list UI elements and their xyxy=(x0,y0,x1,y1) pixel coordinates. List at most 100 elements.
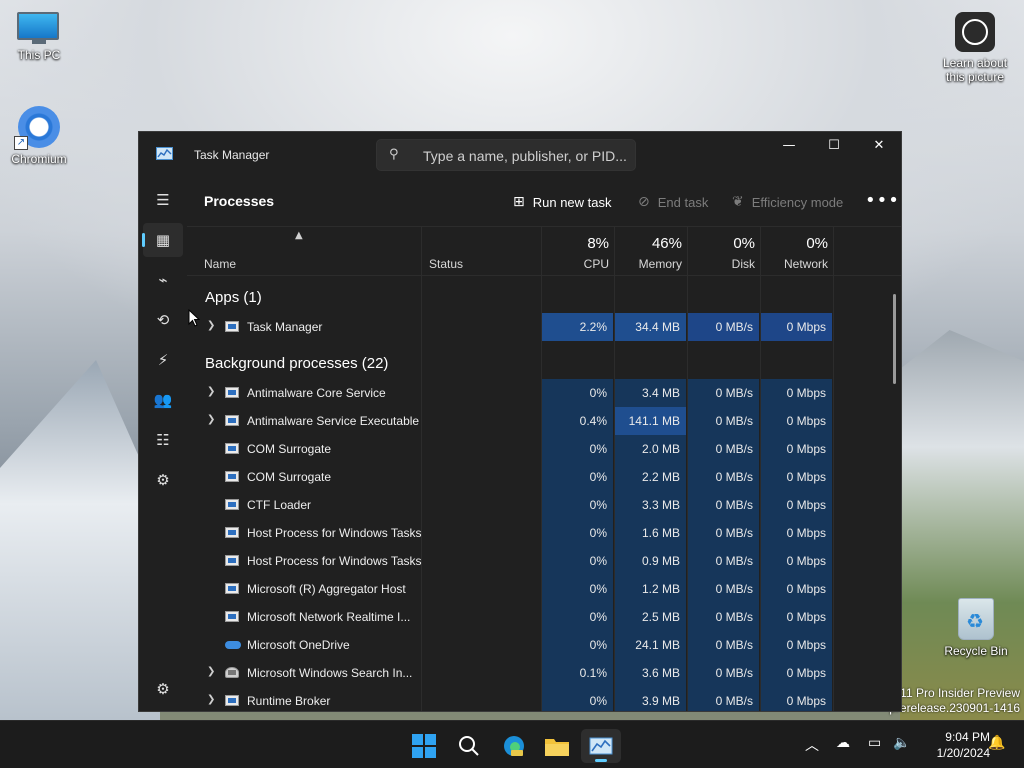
network-cell: 0 Mbps xyxy=(761,379,832,407)
cpu-cell: 0.1% xyxy=(542,659,613,687)
chevron-right-icon[interactable]: ❯ xyxy=(207,386,215,397)
desktop-icon-label: Recycle Bin xyxy=(944,644,1008,658)
cpu-cell: 0% xyxy=(542,491,613,519)
onedrive-cloud-icon xyxy=(225,639,241,649)
show-hidden-icons-chevron-icon[interactable]: ︿ xyxy=(805,735,819,755)
shortcut-arrow-icon: ↗ xyxy=(14,136,28,150)
navigation-rail: ☰ ▦ ⌁ ⟲ ⚡ 👥 ☷ ⚙ ⚙ xyxy=(139,176,187,711)
desktop-icon-chromium[interactable]: ↗ Chromium xyxy=(1,106,77,166)
file-explorer-button[interactable] xyxy=(537,729,577,763)
nav-processes-icon[interactable]: ▦ xyxy=(142,223,183,257)
search-indexer-icon xyxy=(225,667,239,678)
desktop-icon-this-pc[interactable]: This PC xyxy=(1,12,77,62)
memory-cell: 34.4 MB xyxy=(615,313,686,341)
disk-cell: 0 MB/s xyxy=(688,547,759,575)
process-name: CTF Loader xyxy=(247,498,312,512)
process-row[interactable]: Host Process for Windows Tasks 0% 0.9 MB… xyxy=(187,547,901,575)
watermark-line2: prerelease.230901-1416 xyxy=(889,701,1020,715)
more-options-button[interactable]: ••• xyxy=(865,190,900,211)
sort-ascending-icon: ▲ xyxy=(295,230,303,241)
taskbar: ︿ ☁ ▭ 🔈 9:04 PM 1/20/2024 🔔 xyxy=(0,720,1024,768)
cpu-cell: 2.2% xyxy=(542,313,613,341)
volume-muted-icon[interactable]: 🔈 xyxy=(893,735,910,751)
chevron-right-icon[interactable]: ❯ xyxy=(207,414,215,425)
network-cell: 0 Mbps xyxy=(761,407,832,435)
process-row[interactable]: ❯ Task Manager 2.2% 34.4 MB 0 MB/s 0 Mbp… xyxy=(187,313,901,341)
close-button[interactable]: ✕ xyxy=(856,132,901,162)
nav-services-icon[interactable]: ⚙ xyxy=(143,463,183,497)
network-cell: 0 Mbps xyxy=(761,313,832,341)
disk-cell: 0 MB/s xyxy=(688,435,759,463)
desktop-icon-learn-about-picture[interactable]: Learn about this picture xyxy=(936,12,1014,84)
nav-app-history-icon[interactable]: ⟲ xyxy=(143,303,183,337)
system-clock[interactable]: 9:04 PM 1/20/2024 xyxy=(920,729,990,761)
search-button[interactable] xyxy=(449,729,489,763)
disk-cell: 0 MB/s xyxy=(688,519,759,547)
process-name: Microsoft Windows Search In... xyxy=(247,666,413,680)
column-header-cpu[interactable]: CPU xyxy=(543,257,609,271)
chromium-icon: ↗ xyxy=(14,106,60,150)
chevron-right-icon[interactable]: ❯ xyxy=(207,320,215,331)
process-row[interactable]: Microsoft OneDrive 0% 24.1 MB 0 MB/s 0 M… xyxy=(187,631,901,659)
column-header-name[interactable]: Name xyxy=(204,257,236,271)
hamburger-menu-icon[interactable]: ☰ xyxy=(143,183,183,217)
end-task-button[interactable]: ⊘ End task xyxy=(638,188,708,216)
memory-cell: 3.6 MB xyxy=(615,659,686,687)
efficiency-mode-button[interactable]: ❦ Efficiency mode xyxy=(732,188,843,216)
process-row[interactable]: COM Surrogate 0% 2.0 MB 0 MB/s 0 Mbps xyxy=(187,435,901,463)
process-name: COM Surrogate xyxy=(247,470,332,484)
task-manager-process-icon xyxy=(225,321,239,332)
cpu-total-percent: 8% xyxy=(587,235,609,252)
maximize-button[interactable]: ☐ xyxy=(811,132,857,162)
disk-cell: 0 MB/s xyxy=(688,631,759,659)
cpu-cell: 0% xyxy=(542,435,613,463)
search-box[interactable]: ⚲ Type a name, publisher, or PID... xyxy=(376,139,636,171)
process-row[interactable]: ❯ Microsoft Windows Search In... 0.1% 3.… xyxy=(187,659,901,687)
nav-users-icon[interactable]: 👥 xyxy=(143,383,183,417)
network-icon[interactable]: ▭ xyxy=(868,735,881,751)
memory-cell: 2.0 MB xyxy=(615,435,686,463)
memory-cell: 0.9 MB xyxy=(615,547,686,575)
run-new-task-button[interactable]: ⊞ Run new task xyxy=(513,188,612,216)
notification-bell-icon[interactable]: 🔔 xyxy=(988,735,1005,751)
process-row[interactable]: ❯ Antimalware Core Service 0% 3.4 MB 0 M… xyxy=(187,379,901,407)
process-row[interactable]: Microsoft (R) Aggregator Host 0% 1.2 MB … xyxy=(187,575,901,603)
minimize-button[interactable]: — xyxy=(766,132,812,162)
run-new-task-label: Run new task xyxy=(532,194,612,210)
memory-cell: 1.2 MB xyxy=(615,575,686,603)
window-title: Task Manager xyxy=(194,148,270,162)
memory-cell: 1.6 MB xyxy=(615,519,686,547)
column-header-memory[interactable]: Memory xyxy=(616,257,682,271)
chevron-right-icon[interactable]: ❯ xyxy=(207,694,215,705)
process-icon xyxy=(225,499,239,510)
process-row[interactable]: Microsoft Network Realtime I... 0% 2.5 M… xyxy=(187,603,901,631)
nav-details-icon[interactable]: ☷ xyxy=(143,423,183,457)
disk-cell: 0 MB/s xyxy=(688,687,759,711)
search-placeholder: Type a name, publisher, or PID... xyxy=(423,148,627,164)
column-header-disk[interactable]: Disk xyxy=(689,257,755,271)
chevron-right-icon[interactable]: ❯ xyxy=(207,666,215,677)
folder-icon xyxy=(545,739,569,756)
memory-cell: 2.2 MB xyxy=(615,463,686,491)
task-manager-taskbar-button[interactable] xyxy=(581,729,621,763)
nav-settings-icon[interactable]: ⚙ xyxy=(143,672,183,706)
nav-startup-apps-icon[interactable]: ⚡ xyxy=(143,343,183,377)
process-row[interactable]: CTF Loader 0% 3.3 MB 0 MB/s 0 Mbps xyxy=(187,491,901,519)
process-row[interactable]: ❯ Runtime Broker 0% 3.9 MB 0 MB/s 0 Mbps xyxy=(187,687,901,711)
disk-cell: 0 MB/s xyxy=(688,603,759,631)
process-icon xyxy=(225,555,239,566)
process-row[interactable]: COM Surrogate 0% 2.2 MB 0 MB/s 0 Mbps xyxy=(187,463,901,491)
start-button[interactable] xyxy=(404,729,444,763)
disk-cell: 0 MB/s xyxy=(688,313,759,341)
process-row[interactable]: Host Process for Windows Tasks 0% 1.6 MB… xyxy=(187,519,901,547)
edge-preview-button[interactable] xyxy=(494,729,534,763)
title-bar[interactable]: Task Manager ⚲ Type a name, publisher, o… xyxy=(139,132,901,176)
nav-performance-icon[interactable]: ⌁ xyxy=(143,263,183,297)
process-row[interactable]: ❯ Antimalware Service Executable 0.4% 14… xyxy=(187,407,901,435)
network-cell: 0 Mbps xyxy=(761,547,832,575)
desktop-icon-recycle-bin[interactable]: Recycle Bin xyxy=(938,598,1014,658)
column-header-network[interactable]: Network xyxy=(762,257,828,271)
vertical-scrollbar[interactable] xyxy=(893,294,896,384)
column-header-status[interactable]: Status xyxy=(429,257,463,271)
onedrive-offline-icon[interactable]: ☁ xyxy=(836,735,850,751)
